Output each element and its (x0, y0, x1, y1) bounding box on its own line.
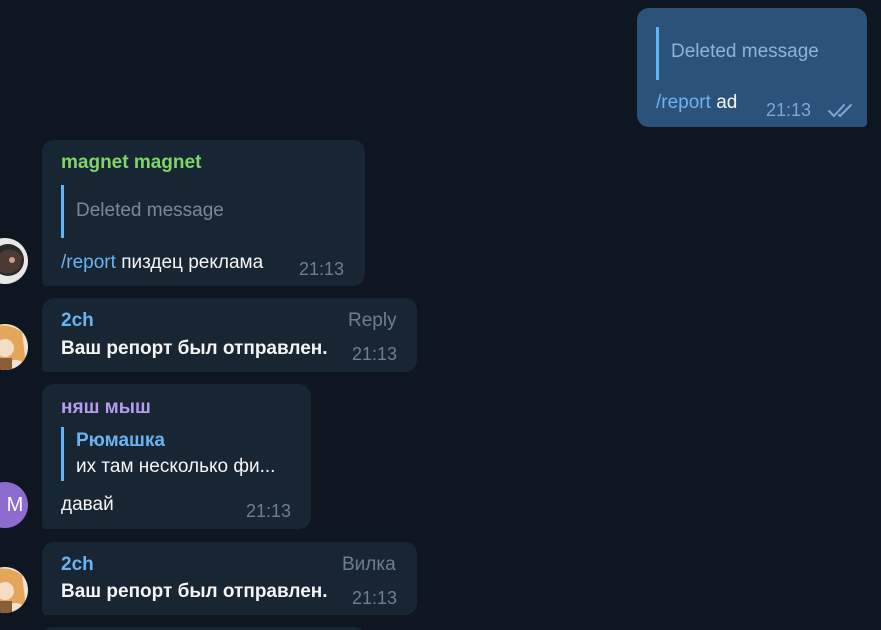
reply-quote[interactable]: Deleted message (61, 185, 341, 238)
bot-command-link[interactable]: /report (656, 92, 711, 113)
reply-quote[interactable]: Рюмашка их там несколько фи... (61, 427, 296, 481)
reply-quote[interactable]: Deleted message (656, 27, 846, 80)
letter-avatar[interactable]: М (0, 482, 28, 528)
reply-quote-text: их там несколько фи... (76, 456, 276, 477)
message-text: Ваш репорт был отправлен. (61, 338, 328, 359)
sender-name[interactable]: 2ch (61, 554, 94, 576)
incoming-message[interactable]: 2ch Вилка Ваш репорт был отправлен. 21:1… (42, 542, 417, 615)
message-text: Ваш репорт был отправлен. (61, 581, 328, 602)
message-time: 21:13 (352, 344, 398, 364)
message-time: 21:13 (352, 588, 398, 608)
message-body: ad (710, 92, 738, 113)
incoming-message[interactable]: 2ch Reply Ваш репорт был отправлен. 21:1… (42, 298, 417, 372)
message-text: давай (61, 494, 114, 515)
bot-command-link[interactable]: /report (61, 252, 116, 273)
message-text: /report пиздец реклама (61, 252, 263, 274)
reply-author: Рюмашка (76, 430, 165, 451)
reply-quote-text: Deleted message (671, 41, 819, 62)
reply-quote-text: Deleted message (76, 200, 224, 221)
sender-name[interactable]: 2ch (61, 310, 94, 332)
message-time: 21:13 (299, 259, 345, 279)
chat-history[interactable]: Deleted message /report ad 21:13 magnet … (0, 0, 881, 630)
user-photo-avatar[interactable] (0, 238, 28, 284)
outgoing-message[interactable]: Deleted message /report ad 21:13 (637, 8, 867, 127)
message-text: /report ad (656, 92, 737, 114)
sender-name[interactable]: няш мыш (61, 397, 151, 419)
incoming-message[interactable]: няш мыш Рюмашка их там несколько фи... д… (42, 384, 311, 529)
avatar-initial: М (6, 493, 24, 516)
sender-name[interactable]: magnet magnet (61, 152, 201, 174)
anime-avatar[interactable] (0, 567, 28, 613)
message-time: 21:13 (766, 100, 812, 120)
admin-label: Reply (348, 310, 397, 331)
message-time: 21:13 (246, 501, 292, 521)
double-check-icon (828, 104, 852, 117)
incoming-message[interactable]: magnet magnet Deleted message /report пи… (42, 140, 365, 286)
admin-label: Вилка (342, 554, 396, 575)
anime-avatar[interactable] (0, 324, 28, 370)
message-body: пиздец реклама (115, 252, 264, 273)
